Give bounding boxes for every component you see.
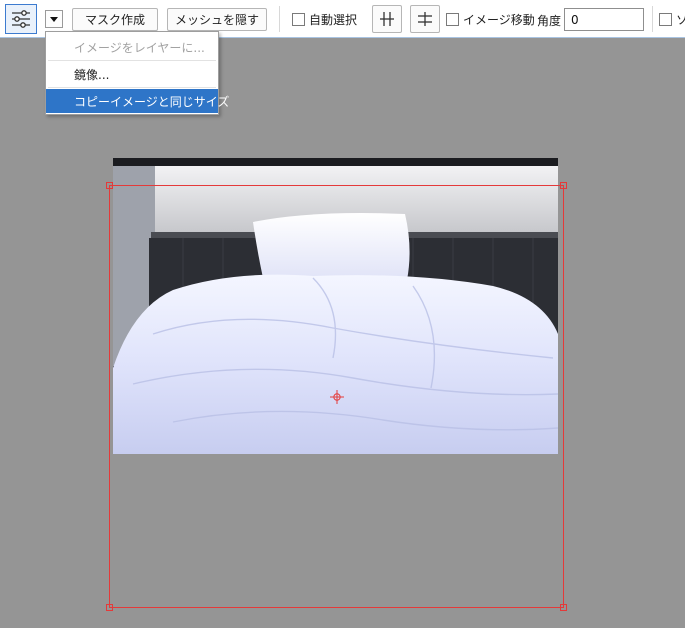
cut-label: ソ <box>676 13 685 27</box>
toolbar-separator <box>279 6 280 32</box>
settings-button[interactable] <box>5 4 37 34</box>
options-menu: イメージをレイヤーに... 鏡像... コピーイメージと同じサイズ <box>45 31 229 115</box>
flip-vertical-button[interactable] <box>410 5 440 33</box>
options-dropdown-button[interactable] <box>45 10 63 28</box>
center-marker[interactable] <box>330 390 344 404</box>
create-mask-button[interactable]: マスク作成 <box>72 8 158 31</box>
menu-divider <box>48 60 216 61</box>
move-image-checkbox[interactable]: イメージ移動 <box>446 11 535 28</box>
flip-horizontal-button[interactable] <box>372 5 402 33</box>
mesh-handle-bottom-right[interactable] <box>560 604 567 611</box>
angle-label: 角度 <box>537 14 562 28</box>
auto-select-label: 自動選択 <box>309 13 358 27</box>
hide-mesh-button[interactable]: メッシュを隠す <box>167 8 267 31</box>
mesh-handle-bottom-left[interactable] <box>106 604 113 611</box>
toolbar-separator <box>652 6 653 32</box>
bed-photo-image <box>113 158 558 454</box>
menu-divider <box>48 87 216 88</box>
auto-select-box[interactable] <box>292 13 305 26</box>
bed-photo[interactable] <box>113 158 558 454</box>
mesh-handle-top-right[interactable] <box>560 182 567 189</box>
menu-item-image-to-layer[interactable]: イメージをレイヤーに... <box>46 35 218 59</box>
auto-select-checkbox[interactable]: 自動選択 <box>292 11 357 28</box>
menu-item-same-size-as-copy[interactable]: コピーイメージと同じサイズ <box>46 89 229 113</box>
crosshair-icon <box>330 390 344 404</box>
mesh-handle-top-left[interactable] <box>106 182 113 189</box>
menu-item-mirror[interactable]: 鏡像... <box>46 62 218 86</box>
horizontal-bars-icon <box>418 12 432 26</box>
cut-box[interactable] <box>659 13 672 26</box>
move-image-box[interactable] <box>446 13 459 26</box>
angle-input[interactable] <box>564 8 644 31</box>
cut-checkbox[interactable]: ソ <box>659 11 685 28</box>
vertical-bars-icon <box>380 12 394 26</box>
sliders-icon <box>12 10 30 28</box>
triangle-down-icon <box>50 16 58 22</box>
move-image-label: イメージ移動 <box>463 13 535 27</box>
